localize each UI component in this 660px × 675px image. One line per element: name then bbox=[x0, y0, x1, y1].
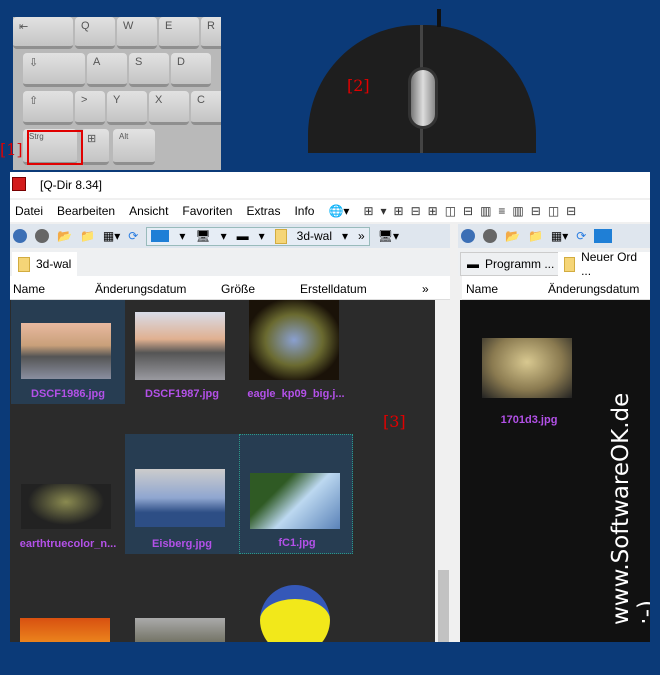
windows-key: ⊞ bbox=[81, 129, 109, 165]
annotation-3: [3] bbox=[383, 412, 406, 431]
menu-datei[interactable]: Datei bbox=[15, 204, 43, 218]
left-scrollbar[interactable] bbox=[435, 300, 452, 642]
annotation-2: [2] bbox=[347, 76, 370, 95]
folder-icon bbox=[564, 256, 576, 272]
column-modified[interactable]: Änderungsdatum bbox=[548, 282, 639, 296]
right-toolbar: 📂 📁 ▦▾ ⟳ bbox=[458, 224, 650, 248]
menu-extras[interactable]: Extras bbox=[246, 204, 280, 218]
file-name: 1701d3.jpg bbox=[500, 414, 558, 426]
mouse-photo bbox=[308, 25, 536, 153]
globe-icon[interactable]: 🌐▾ bbox=[328, 204, 349, 218]
menu-bearbeiten[interactable]: Bearbeiten bbox=[57, 204, 115, 218]
column-size[interactable]: Größe bbox=[221, 282, 255, 296]
drive-icon[interactable]: ▬ bbox=[237, 229, 249, 243]
shift-key: ⇧ bbox=[23, 91, 73, 125]
left-column-header: Name Änderungsdatum Größe Erstelldatum » bbox=[10, 276, 450, 300]
key-y: Y bbox=[107, 91, 147, 125]
right-file-view: 1701d3.jpg www.SoftwareOK.de :-) bbox=[460, 300, 650, 642]
key-s: S bbox=[129, 53, 169, 87]
tab-label: Programm ... bbox=[485, 257, 555, 271]
key-a: A bbox=[87, 53, 127, 87]
file-item[interactable]: DSCF1987.jpg bbox=[125, 300, 239, 404]
file-name: DSCF1987.jpg bbox=[145, 388, 219, 400]
file-name: eagle_kp09_big.j... bbox=[247, 388, 345, 400]
key-e: E bbox=[159, 17, 199, 49]
app-icon bbox=[12, 177, 26, 191]
forward-icon[interactable] bbox=[483, 229, 497, 243]
highlight-box bbox=[27, 130, 83, 165]
desktop-icon[interactable] bbox=[151, 230, 170, 242]
menu-favoriten[interactable]: Favoriten bbox=[182, 204, 232, 218]
file-item[interactable]: fC1.jpg bbox=[239, 434, 353, 554]
tab-label: 3d-wal bbox=[36, 257, 72, 271]
column-modified[interactable]: Änderungsdatum bbox=[95, 282, 186, 296]
file-item[interactable]: Eisberg.jpg bbox=[125, 434, 239, 554]
up-folder-icon[interactable]: 📂 bbox=[57, 229, 72, 243]
file-name: earthtruecolor_n... bbox=[19, 538, 117, 550]
file-item[interactable]: earthtruecolor_n... bbox=[11, 434, 125, 554]
view-icon[interactable]: ▦▾ bbox=[103, 229, 120, 243]
left-file-view: DSCF1986.jpg DSCF1987.jpg eagle_kp09_big… bbox=[10, 300, 435, 642]
drive-icon: ▬ bbox=[467, 257, 479, 271]
column-name[interactable]: Name bbox=[466, 282, 498, 296]
back-icon[interactable] bbox=[13, 229, 27, 243]
tab-programm[interactable]: ▬ Programm ... bbox=[460, 252, 562, 276]
file-item[interactable]: eagle_kp09_big.j... bbox=[239, 300, 353, 404]
key-x: X bbox=[149, 91, 189, 125]
capslock-key: ⇩ bbox=[23, 53, 85, 87]
folder-icon bbox=[274, 228, 287, 244]
forward-icon[interactable] bbox=[35, 229, 49, 243]
tab-label: Neuer Ord ... bbox=[581, 250, 638, 278]
tab-neuer-ordner[interactable]: Neuer Ord ... bbox=[558, 250, 650, 278]
thumbnail bbox=[20, 618, 110, 642]
menu-ansicht[interactable]: Ansicht bbox=[129, 204, 168, 218]
file-item[interactable]: DSCF1986.jpg bbox=[11, 300, 125, 404]
layout-buttons[interactable]: ⊞▾⊞⊟⊞◫⊟▥≡▥⊟◫⊟ bbox=[363, 204, 583, 218]
key-r: R bbox=[201, 17, 221, 49]
watermark: www.SoftwareOK.de :-) bbox=[608, 392, 650, 625]
key-q: Q bbox=[75, 17, 115, 49]
file-name: DSCF1986.jpg bbox=[31, 388, 105, 400]
refresh-icon[interactable]: ⟳ bbox=[576, 229, 586, 243]
tab-3d-wal[interactable]: 3d-wal bbox=[12, 252, 78, 276]
key-angle: > bbox=[75, 91, 105, 125]
annotation-1: [1] bbox=[0, 140, 23, 159]
column-created[interactable]: Erstelldatum bbox=[300, 282, 367, 296]
left-toolbar: 📂 📁 ▦▾ ⟳ ▾ 🖥 ▾ ▬ ▾ 3d-wal ▾ » 🖥▾ bbox=[10, 224, 450, 248]
menu-bar: Datei Bearbeiten Ansicht Favoriten Extra… bbox=[10, 200, 650, 222]
right-tabs: ▬ Programm ... Neuer Ord ... bbox=[458, 250, 650, 278]
thumbnail bbox=[135, 618, 225, 642]
address-bar[interactable]: ▾ 🖥 ▾ ▬ ▾ 3d-wal ▾ » bbox=[146, 226, 370, 246]
computer-icon[interactable]: 🖥 bbox=[195, 229, 210, 243]
new-folder-icon[interactable]: 📁 bbox=[528, 229, 543, 243]
tab-key: ⇤ bbox=[13, 17, 73, 49]
file-item[interactable]: 1701d3.jpg bbox=[472, 330, 586, 430]
view-icon[interactable]: ▦▾ bbox=[551, 229, 568, 243]
title-bar: [Q-Dir 8.34] bbox=[10, 172, 650, 198]
column-name[interactable]: Name bbox=[13, 282, 45, 296]
key-alt: Alt bbox=[113, 129, 155, 165]
new-folder-icon[interactable]: 📁 bbox=[80, 229, 95, 243]
key-d: D bbox=[171, 53, 211, 87]
back-icon[interactable] bbox=[461, 229, 475, 243]
key-w: W bbox=[117, 17, 157, 49]
key-c: C bbox=[191, 91, 221, 125]
refresh-icon[interactable]: ⟳ bbox=[128, 229, 138, 243]
more-columns-icon[interactable]: » bbox=[422, 282, 429, 296]
up-folder-icon[interactable]: 📂 bbox=[505, 229, 520, 243]
desktop-icon[interactable] bbox=[594, 229, 613, 243]
address-segment[interactable]: 3d-wal bbox=[297, 229, 332, 243]
computer-dropdown-icon[interactable]: 🖥▾ bbox=[378, 229, 399, 243]
file-name: Eisberg.jpg bbox=[152, 538, 212, 550]
folder-icon bbox=[18, 256, 30, 272]
menu-info[interactable]: Info bbox=[294, 204, 314, 218]
scrollbar-thumb[interactable] bbox=[438, 570, 449, 642]
file-name: fC1.jpg bbox=[278, 537, 316, 549]
qdir-window: [Q-Dir 8.34] Datei Bearbeiten Ansicht Fa… bbox=[10, 172, 650, 642]
keyboard-photo: ⇤ Q W E R ⇩ A S D ⇧ > Y X C Strg ⊞ Alt bbox=[13, 17, 221, 170]
right-column-header: Name Änderungsdatum bbox=[462, 276, 650, 300]
window-title: [Q-Dir 8.34] bbox=[40, 178, 103, 192]
left-tabs: 3d-wal bbox=[10, 250, 450, 276]
smiley-thumbnail bbox=[260, 585, 330, 642]
